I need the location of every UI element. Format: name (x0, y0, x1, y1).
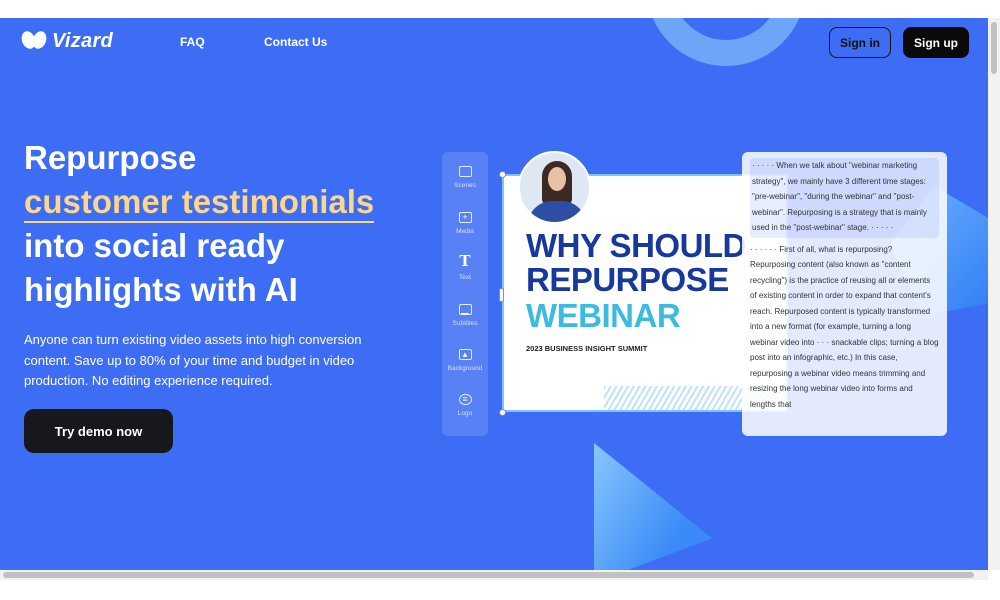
canvas-headline-line3: WEBINAR (526, 297, 681, 334)
tool-logo[interactable]: ≡ Logo (442, 394, 488, 417)
editor-toolbar: Scenes + Media T Text ▁ Subtitles ▴ Back… (442, 152, 488, 436)
transcript-paragraph: · · · · · · First of all, what is repurp… (750, 244, 939, 409)
speaker-avatar (518, 151, 591, 224)
decorative-cone (594, 443, 712, 570)
hero-title-line1: Repurpose (24, 139, 197, 176)
vertical-scrollbar-thumb[interactable] (991, 22, 997, 74)
canvas-headline-line2: REPURPOSE (526, 261, 729, 298)
hero-title-highlight: customer testimonials (24, 183, 375, 223)
resize-handle-left[interactable] (499, 288, 504, 302)
decorative-ring (646, 18, 806, 66)
media-icon: + (458, 212, 472, 223)
subtitles-icon: ▁ (458, 304, 472, 315)
canvas-headline-line1: WHY SHOULD (526, 227, 746, 264)
text-icon: T (459, 252, 471, 270)
transcript-panel[interactable]: · · · · · When we talk about "webinar ma… (742, 152, 947, 436)
logo-heart-icon (22, 31, 46, 53)
vizard-logo[interactable]: Vizard (22, 30, 113, 53)
tool-label: Scenes (454, 182, 476, 189)
horizontal-scrollbar-thumb[interactable] (3, 572, 974, 578)
tool-label: Subtitles (452, 320, 478, 327)
canvas-subtitle: 2023 BUSINESS INSIGHT SUMMIT (526, 344, 648, 353)
tool-media[interactable]: + Media (442, 212, 488, 235)
tool-label: Media (456, 228, 474, 235)
tool-label: Text (459, 274, 471, 281)
vertical-scrollbar[interactable] (988, 18, 1000, 570)
hero-title-line4: highlights with AI (24, 271, 298, 308)
transcript-paragraph: · · · · · When we talk about "webinar ma… (750, 158, 939, 238)
page-viewport: Vizard FAQ Contact Us Sign in Sign up Re… (0, 18, 988, 570)
signup-button[interactable]: Sign up (903, 27, 969, 58)
try-demo-button[interactable]: Try demo now (24, 409, 173, 453)
hero-title: Repurpose customer testimonials into soc… (24, 136, 444, 312)
horizontal-scrollbar[interactable] (0, 570, 988, 580)
background-icon: ▴ (458, 349, 472, 360)
hero-title-line3: into social ready (24, 227, 285, 264)
tool-label: Background (447, 365, 483, 372)
logo-icon: ≡ (458, 394, 472, 405)
tool-scenes[interactable]: Scenes (442, 166, 488, 189)
tool-background[interactable]: ▴ Background (442, 349, 488, 372)
nav-contact-us[interactable]: Contact Us (264, 35, 327, 49)
resize-handle-bottom-left[interactable] (499, 409, 506, 416)
hero-description: Anyone can turn existing video assets in… (24, 332, 362, 388)
nav-faq[interactable]: FAQ (180, 35, 205, 49)
tool-subtitles[interactable]: ▁ Subtitles (442, 304, 488, 327)
logo-text: Vizard (52, 30, 114, 52)
tool-text[interactable]: T Text (442, 252, 488, 282)
signin-button[interactable]: Sign in (829, 27, 891, 58)
tool-label: Logo (457, 410, 473, 417)
resize-handle-top-left[interactable] (499, 171, 506, 178)
scenes-icon (458, 166, 472, 177)
